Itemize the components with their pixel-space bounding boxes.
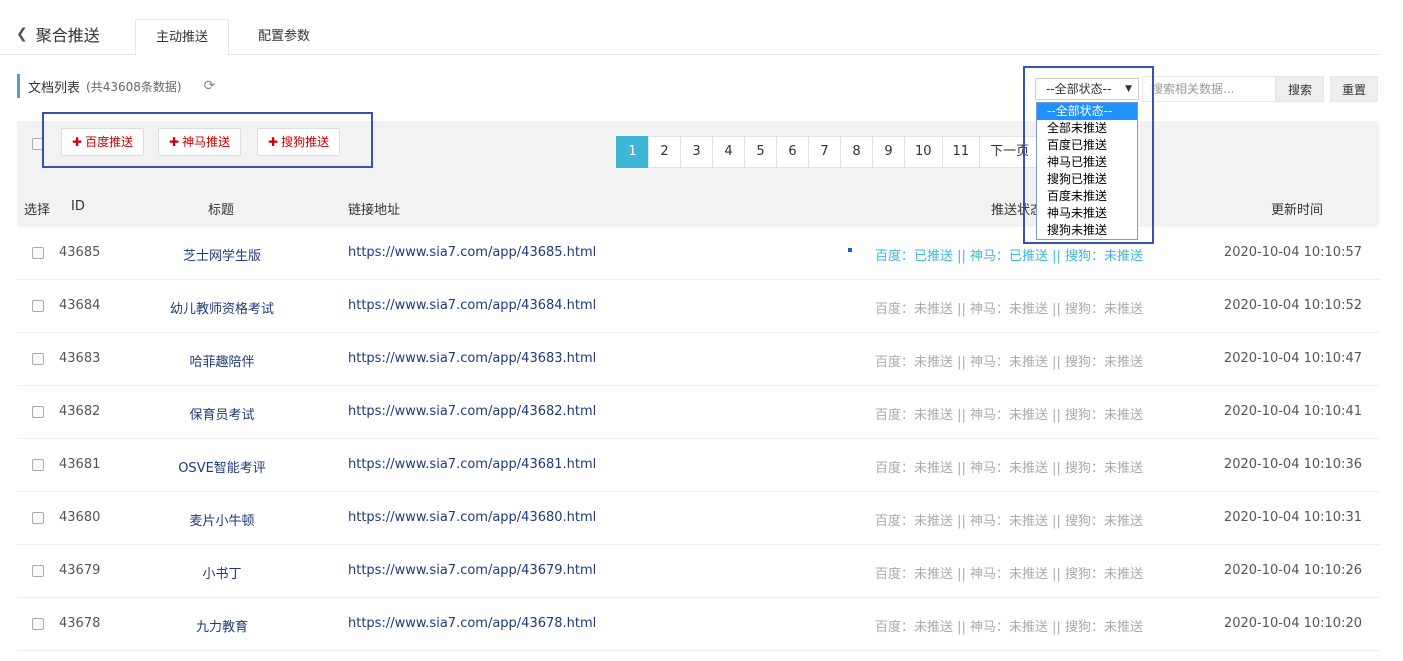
row-link[interactable]: https://www.sia7.com/app/43681.html [348, 457, 596, 472]
row-status: 百度：未推送 || 神马：未推送 || 搜狗：未推送 [875, 302, 1144, 317]
row-time: 2020-10-04 10:10:31 [1223, 510, 1362, 525]
page-button[interactable]: 11 [941, 136, 981, 168]
row-id: 43685 [59, 245, 101, 260]
row-time: 2020-10-04 10:10:36 [1223, 457, 1362, 472]
row-title[interactable]: 哈菲趣陪伴 [122, 351, 322, 370]
page-button[interactable]: 8 [840, 136, 873, 168]
row-time: 2020-10-04 10:10:41 [1223, 404, 1362, 419]
chevron-left-icon: ❮ [16, 26, 28, 42]
row-status: 百度：未推送 || 神马：未推送 || 搜狗：未推送 [875, 461, 1144, 476]
row-link[interactable]: https://www.sia7.com/app/43682.html [348, 404, 596, 419]
list-header: 文档列表 (共43608条数据) ⟳ [17, 74, 215, 98]
row-status: 百度：未推送 || 神马：未推送 || 搜狗：未推送 [875, 355, 1144, 370]
page-button[interactable]: 7 [808, 136, 841, 168]
row-checkbox[interactable] [32, 459, 44, 471]
status-dot [848, 248, 852, 252]
row-title[interactable]: 九力教育 [122, 616, 322, 635]
page-button[interactable]: 10 [904, 136, 943, 168]
page-button[interactable]: 5 [744, 136, 777, 168]
row-checkbox[interactable] [32, 247, 44, 259]
row-id: 43680 [59, 510, 101, 525]
row-time: 2020-10-04 10:10:20 [1223, 616, 1362, 631]
back-button[interactable]: ❮ 聚合推送 [16, 22, 100, 46]
row-status: 百度：未推送 || 神马：未推送 || 搜狗：未推送 [875, 408, 1144, 423]
table-header: 选择 ID 标题 链接地址 推送状态 更新时间 [17, 184, 1379, 227]
row-time: 2020-10-04 10:10:26 [1223, 563, 1362, 578]
row-checkbox[interactable] [32, 618, 44, 630]
row-title[interactable]: 麦片小牛顿 [122, 510, 322, 529]
row-status: 百度：已推送 || 神马：已推送 || 搜狗：未推送 [875, 249, 1144, 264]
table-row: 43684 幼儿教师资格考试 https://www.sia7.com/app/… [17, 280, 1379, 333]
row-title[interactable]: 芝士网学生版 [122, 245, 322, 264]
row-title[interactable]: OSVE智能考评 [122, 457, 322, 476]
row-title[interactable]: 保育员考试 [122, 404, 322, 423]
top-bar: ❮ 聚合推送 主动推送 配置参数 [0, 0, 1380, 56]
row-id: 43681 [59, 457, 101, 472]
table-row: 43678 九力教育 https://www.sia7.com/app/4367… [17, 598, 1379, 651]
header-link: 链接地址 [348, 203, 401, 218]
search-input[interactable]: 搜索相关数据... [1142, 76, 1276, 102]
row-status: 百度：未推送 || 神马：未推送 || 搜狗：未推送 [875, 620, 1144, 635]
table-row: 43679 小书丁 https://www.sia7.com/app/43679… [17, 545, 1379, 598]
row-link[interactable]: https://www.sia7.com/app/43684.html [348, 298, 596, 313]
list-title: 文档列表 [28, 80, 81, 96]
tab-active-push[interactable]: 主动推送 [135, 19, 230, 56]
header-id: ID [71, 199, 85, 214]
row-status: 百度：未推送 || 神马：未推送 || 搜狗：未推送 [875, 514, 1144, 529]
search-button[interactable]: 搜索 [1276, 76, 1324, 102]
page-button[interactable]: 9 [872, 136, 905, 168]
row-id: 43678 [59, 616, 101, 631]
push-buttons-highlight [42, 112, 373, 168]
page-button[interactable]: 1 [616, 136, 649, 168]
row-link[interactable]: https://www.sia7.com/app/43683.html [348, 351, 596, 366]
row-link[interactable]: https://www.sia7.com/app/43678.html [348, 616, 596, 631]
row-checkbox[interactable] [32, 512, 44, 524]
reset-button[interactable]: 重置 [1330, 76, 1378, 102]
row-time: 2020-10-04 10:10:52 [1223, 298, 1362, 313]
tab-config[interactable]: 配置参数 [238, 19, 330, 56]
table-row: 43680 麦片小牛顿 https://www.sia7.com/app/436… [17, 492, 1379, 545]
page-button[interactable]: 4 [712, 136, 745, 168]
row-link[interactable]: https://www.sia7.com/app/43685.html [348, 245, 596, 260]
row-checkbox[interactable] [32, 300, 44, 312]
page-button[interactable]: 2 [648, 136, 681, 168]
header-time: 更新时间 [1271, 203, 1324, 218]
table-row: 43685 芝士网学生版 https://www.sia7.com/app/43… [17, 227, 1379, 280]
header-title: 标题 [208, 203, 235, 218]
row-checkbox[interactable] [32, 353, 44, 365]
row-time: 2020-10-04 10:10:47 [1223, 351, 1362, 366]
header-select: 选择 [24, 203, 51, 218]
row-title[interactable]: 小书丁 [122, 563, 322, 582]
row-id: 43684 [59, 298, 101, 313]
status-filter-highlight [1023, 66, 1154, 244]
row-link[interactable]: https://www.sia7.com/app/43680.html [348, 510, 596, 525]
row-checkbox[interactable] [32, 406, 44, 418]
row-status: 百度：未推送 || 神马：未推送 || 搜狗：未推送 [875, 567, 1144, 582]
list-count: (共43608条数据) [86, 79, 182, 94]
row-checkbox[interactable] [32, 565, 44, 577]
row-id: 43679 [59, 563, 101, 578]
page-button[interactable]: 3 [680, 136, 713, 168]
row-id: 43682 [59, 404, 101, 419]
row-time: 2020-10-04 10:10:57 [1223, 245, 1362, 260]
table-row: 43682 保育员考试 https://www.sia7.com/app/436… [17, 386, 1379, 439]
refresh-icon[interactable]: ⟳ [204, 78, 216, 94]
row-id: 43683 [59, 351, 101, 366]
table-row: 43683 哈菲趣陪伴 https://www.sia7.com/app/436… [17, 333, 1379, 386]
page-button[interactable]: 6 [776, 136, 809, 168]
pagination: 1 2 3 4 5 6 7 8 9 10 11 下一页 [616, 136, 1041, 168]
table-row: 43681 OSVE智能考评 https://www.sia7.com/app/… [17, 439, 1379, 492]
row-link[interactable]: https://www.sia7.com/app/43679.html [348, 563, 596, 578]
page-title: 聚合推送 [35, 26, 100, 45]
row-title[interactable]: 幼儿教师资格考试 [122, 298, 322, 317]
